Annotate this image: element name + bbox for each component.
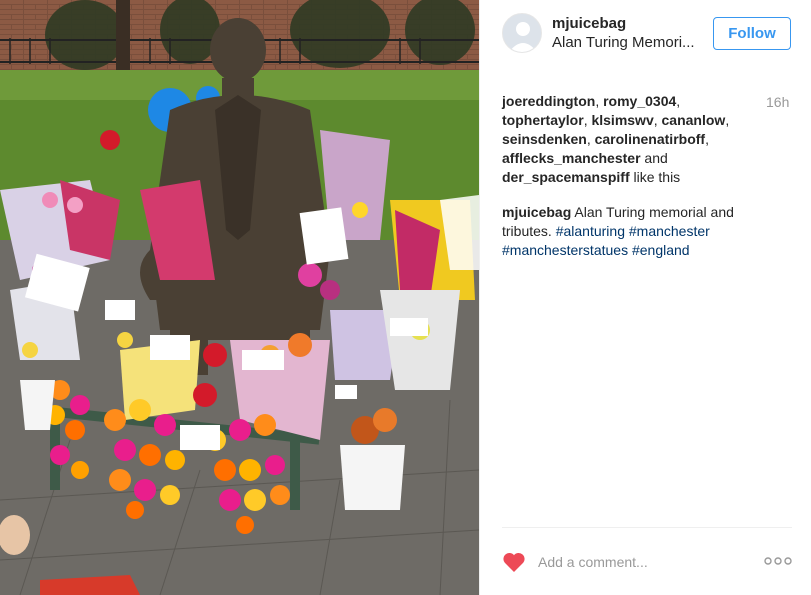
likes-summary: joereddington, romy_0304, tophertaylor, … xyxy=(502,92,752,187)
separator: , xyxy=(705,131,709,147)
caption-username[interactable]: mjuicebag xyxy=(502,204,571,220)
heart-icon[interactable] xyxy=(502,551,526,573)
post-caption: mjuicebag Alan Turing memorial and tribu… xyxy=(502,203,764,260)
like-user[interactable]: carolinenatirboff xyxy=(595,131,705,147)
separator: , xyxy=(725,112,730,128)
like-user[interactable]: klsimswv xyxy=(591,112,653,128)
comment-input[interactable] xyxy=(538,552,738,572)
post-username[interactable]: mjuicebag xyxy=(552,15,626,32)
comment-divider xyxy=(502,527,792,528)
like-user[interactable]: joereddington xyxy=(502,93,595,109)
separator: , xyxy=(595,93,604,109)
hashtag-link[interactable]: #england xyxy=(632,242,690,258)
like-user[interactable]: afflecks_manchester xyxy=(502,150,641,166)
like-user[interactable]: tophertaylor xyxy=(502,112,584,128)
hashtag-link[interactable]: #alanturing xyxy=(556,223,625,239)
separator: , xyxy=(653,112,662,128)
likes-and: and xyxy=(644,150,668,166)
likes-suffix: like this xyxy=(633,169,681,185)
post-details-panel: mjuicebag Alan Turing Memori... Follow j… xyxy=(479,0,811,595)
memorial-photo-image xyxy=(0,0,479,595)
post-location[interactable]: Alan Turing Memori... xyxy=(552,34,695,51)
post-timestamp[interactable]: 16h xyxy=(766,94,789,110)
like-user[interactable]: romy_0304 xyxy=(603,93,676,109)
avatar[interactable] xyxy=(502,13,542,53)
hashtag-link[interactable]: #manchester xyxy=(629,223,710,239)
follow-button[interactable]: Follow xyxy=(713,17,791,50)
post-photo[interactable] xyxy=(0,0,479,595)
separator: , xyxy=(586,131,595,147)
like-user[interactable]: der_spacemanspiff xyxy=(502,169,630,185)
post-header: mjuicebag Alan Turing Memori... Follow xyxy=(480,0,811,66)
like-user[interactable]: seinsdenken xyxy=(502,131,587,147)
hashtag-link[interactable]: #manchesterstatues xyxy=(502,242,628,258)
like-user[interactable]: cananlow xyxy=(662,112,726,128)
more-options-icon[interactable] xyxy=(764,556,792,566)
separator: , xyxy=(676,93,681,109)
avatar-placeholder-icon xyxy=(503,14,541,52)
